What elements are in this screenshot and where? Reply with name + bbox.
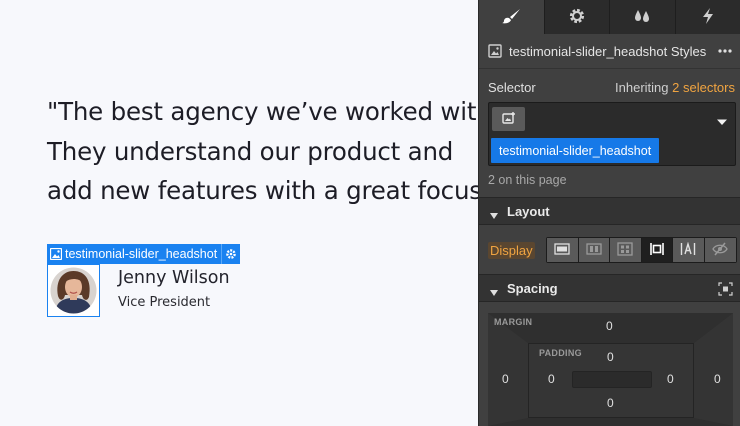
padding-right-value[interactable]: 0 [667, 372, 674, 386]
spacing-expand-icon[interactable] [718, 282, 733, 296]
add-class-button[interactable] [492, 107, 525, 131]
tag-icon [501, 111, 517, 128]
quote-line: They understand our product and [47, 136, 454, 166]
display-grid-button[interactable] [610, 238, 642, 262]
layout-section-header[interactable]: Layout [479, 197, 740, 225]
display-inline-block-button[interactable] [641, 238, 673, 262]
display-flex-icon [586, 242, 602, 259]
testimonial-headshot-image[interactable] [47, 264, 100, 317]
tab-settings[interactable] [545, 0, 610, 34]
caret-down-icon [490, 208, 498, 219]
display-inline-button[interactable] [673, 238, 705, 262]
selector-chip[interactable]: testimonial-slider_headshot [491, 138, 660, 163]
selector-field[interactable]: testimonial-slider_headshot [488, 102, 736, 166]
selected-element-label[interactable]: testimonial-slider_headshot [47, 244, 241, 264]
spacing-heading: Spacing [507, 280, 558, 296]
style-panel: testimonial-slider_headshot Styles Selec… [478, 0, 740, 426]
lightning-icon [701, 7, 715, 27]
margin-right-value[interactable]: 0 [714, 372, 721, 386]
padding-left-value[interactable]: 0 [548, 372, 555, 386]
quote-line: add new features with a great focus. [47, 176, 478, 205]
chevron-down-icon[interactable] [717, 115, 727, 125]
padding-bottom-value[interactable]: 0 [607, 396, 614, 410]
display-block-button[interactable] [547, 238, 579, 262]
element-settings-gear-icon[interactable] [221, 244, 240, 264]
person-role: Vice President [118, 295, 211, 310]
margin-label: MARGIN [494, 317, 533, 327]
tab-style[interactable] [479, 0, 545, 34]
display-inline-icon [680, 241, 696, 259]
panel-title: testimonial-slider_headshot Styles [509, 43, 707, 59]
padding-top-value[interactable]: 0 [607, 350, 614, 364]
content-box [572, 371, 652, 388]
image-icon [488, 44, 502, 58]
tab-interactions-drops[interactable] [610, 0, 676, 34]
inheriting-selectors-link[interactable]: 2 selectors [672, 80, 735, 95]
layout-heading: Layout [507, 203, 550, 219]
display-grid-icon [617, 241, 633, 259]
drops-icon [632, 8, 652, 27]
selector-title: Selector [488, 80, 536, 95]
selected-element-name: testimonial-slider_headshot [65, 247, 218, 261]
display-flex-button[interactable] [578, 238, 610, 262]
more-options-icon[interactable] [717, 44, 733, 58]
display-label[interactable]: Display [488, 242, 535, 259]
person-name: Jenny Wilson [118, 268, 230, 288]
margin-top-value[interactable]: 0 [606, 319, 613, 333]
inheriting-prefix: Inheriting [615, 80, 669, 95]
selector-section: Selector Inheriting 2 selectors testimon… [479, 69, 740, 197]
display-options [546, 237, 737, 263]
eye-off-icon [712, 242, 728, 259]
padding-label: PADDING [539, 348, 582, 358]
panel-tabs [479, 0, 740, 34]
panel-title-row: testimonial-slider_headshot Styles [479, 34, 740, 69]
designer-canvas[interactable]: "The best agency we’ve worked with. They… [0, 0, 478, 426]
display-block-icon [554, 242, 570, 259]
caret-down-icon [490, 285, 498, 296]
spacing-box-model: MARGIN 0 0 0 PADDING 0 0 0 0 [488, 313, 733, 426]
display-inline-block-icon [649, 242, 665, 259]
on-page-count: 2 on this page [488, 173, 567, 187]
display-none-button[interactable] [704, 238, 736, 262]
tab-interactions[interactable] [676, 0, 740, 34]
padding-box: PADDING 0 0 0 0 [528, 343, 694, 418]
testimonial-quote[interactable]: "The best agency we’ve worked with. They… [47, 92, 478, 211]
margin-left-value[interactable]: 0 [502, 372, 509, 386]
image-icon [47, 244, 65, 264]
inheriting-info: Inheriting 2 selectors [615, 80, 735, 95]
brush-icon [501, 8, 521, 27]
quote-line: "The best agency we’ve worked with. [47, 97, 478, 126]
gear-icon [568, 7, 586, 28]
spacing-section-header[interactable]: Spacing [479, 274, 740, 302]
display-row: Display [479, 225, 740, 274]
